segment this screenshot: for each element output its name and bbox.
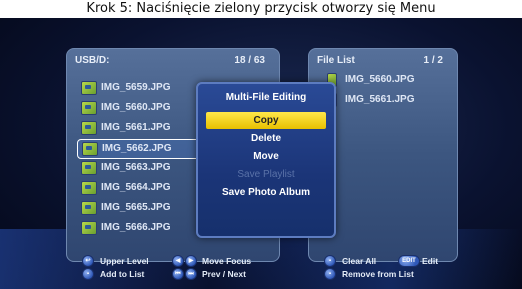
media-player-screen: USB/D: 18 / 63 IMG_5659.JPG IMG_5660.JPG…: [0, 18, 522, 289]
current-path: USB/D:: [75, 55, 110, 66]
green-button-icon: ▪: [82, 268, 94, 280]
next-button-icon: ⏭: [185, 268, 197, 280]
clear-button-icon: ▪: [324, 255, 336, 267]
image-file-icon: [81, 201, 97, 215]
file-counter: 18 / 63: [234, 55, 265, 66]
image-file-icon: [81, 161, 97, 175]
image-file-icon: [82, 142, 98, 156]
image-file-icon: [81, 221, 97, 235]
file-list-counter: 1 / 2: [423, 55, 443, 66]
image-file-icon: [81, 181, 97, 195]
image-file-icon: [81, 101, 97, 115]
file-name: IMG_5666.JPG: [101, 222, 171, 233]
left-arrow-icon: ◀: [172, 255, 184, 267]
multi-file-editing-menu: Multi-File Editing Copy Delete Move Save…: [196, 82, 336, 238]
file-list-entry[interactable]: IMG_5661.JPG: [327, 91, 447, 109]
menu-item-delete[interactable]: Delete: [206, 130, 326, 147]
prev-button-icon: ⏮: [172, 268, 184, 280]
file-name: IMG_5661.JPG: [345, 94, 415, 105]
remove-button-icon: ▪: [324, 268, 336, 280]
file-name: IMG_5660.JPG: [101, 102, 171, 113]
file-name: IMG_5659.JPG: [101, 82, 171, 93]
file-name: IMG_5665.JPG: [101, 202, 171, 213]
file-name: IMG_5664.JPG: [101, 182, 171, 193]
file-list-header: File List 1 / 2: [309, 49, 457, 71]
menu-title: Multi-File Editing: [225, 92, 307, 103]
file-name: IMG_5661.JPG: [101, 122, 171, 133]
file-list-entry[interactable]: IMG_5660.JPG: [327, 71, 447, 89]
file-name: IMG_5660.JPG: [345, 74, 415, 85]
image-file-icon: [81, 121, 97, 135]
image-file-icon: [81, 81, 97, 95]
edit-button-icon: EDIT: [398, 255, 420, 267]
menu-item-save-playlist: Save Playlist: [237, 169, 295, 180]
file-browser-header: USB/D: 18 / 63: [67, 49, 279, 71]
return-button-icon: ↩: [82, 255, 94, 267]
file-name: IMG_5662.JPG: [102, 143, 172, 154]
menu-item-save-photo-album[interactable]: Save Photo Album: [206, 184, 326, 201]
menu-item-copy[interactable]: Copy: [206, 112, 326, 129]
file-name: IMG_5663.JPG: [101, 162, 171, 173]
file-list-title: File List: [317, 55, 355, 66]
menu-item-move[interactable]: Move: [206, 148, 326, 165]
right-arrow-icon: ▶: [185, 255, 197, 267]
